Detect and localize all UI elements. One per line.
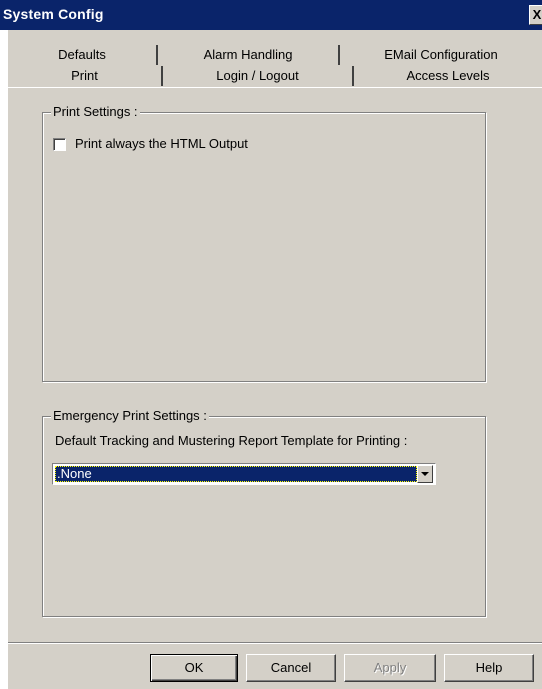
help-button[interactable]: Help bbox=[444, 654, 534, 682]
tab-access-levels[interactable]: Access Levels bbox=[354, 66, 542, 86]
title-bar[interactable]: System Config X bbox=[0, 0, 542, 30]
ok-button[interactable]: OK bbox=[150, 654, 238, 682]
tab-email-configuration[interactable]: EMail Configuration bbox=[340, 45, 542, 65]
cancel-button[interactable]: Cancel bbox=[246, 654, 336, 682]
button-separator bbox=[8, 642, 542, 644]
print-settings-legend: Print Settings : bbox=[51, 104, 140, 119]
tab-login-logout[interactable]: Login / Logout bbox=[163, 66, 354, 86]
apply-button[interactable]: Apply bbox=[344, 654, 436, 682]
system-config-dialog: System Config X Defaults Alarm Handling … bbox=[0, 0, 542, 689]
print-settings-group bbox=[42, 112, 486, 382]
print-html-label[interactable]: Print always the HTML Output bbox=[75, 136, 248, 151]
window-title: System Config bbox=[3, 6, 104, 22]
chevron-down-icon bbox=[421, 472, 429, 476]
tab-defaults[interactable]: Defaults bbox=[8, 45, 158, 65]
tab-alarm-handling[interactable]: Alarm Handling bbox=[158, 45, 340, 65]
dropdown-arrow-button[interactable] bbox=[417, 465, 433, 483]
template-select-value[interactable]: .None bbox=[55, 466, 417, 482]
template-select[interactable]: .None bbox=[52, 463, 436, 485]
tab-print[interactable]: Print bbox=[8, 66, 163, 86]
close-button[interactable]: X bbox=[529, 5, 542, 25]
template-label: Default Tracking and Mustering Report Te… bbox=[55, 433, 408, 448]
print-html-checkbox[interactable] bbox=[53, 138, 66, 151]
emergency-print-settings-legend: Emergency Print Settings : bbox=[51, 408, 209, 423]
